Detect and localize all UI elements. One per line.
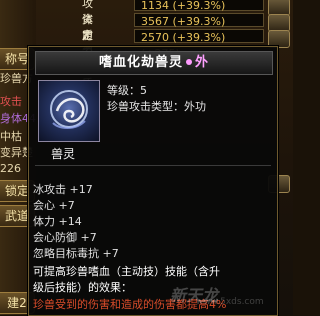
item-level: 等级：5 <box>107 84 147 97</box>
dot-icon <box>186 59 192 65</box>
tooltip-title-bar: 嗜血化劫兽灵外 <box>35 51 273 75</box>
tooltip-divider <box>35 165 271 166</box>
stat-value: 3567 (+39.3%) (+382) <box>134 13 264 44</box>
left-text-line2: 攻击 <box>0 95 22 108</box>
item-title-text: 嗜血化劫兽灵 <box>98 55 183 70</box>
stat-line: 会心 +7 <box>33 199 75 212</box>
effect-description-line1: 可提高珍兽嗜血（主动技）技能（含升 <box>33 265 220 278</box>
left-text-line4: 中枯 <box>0 130 22 143</box>
item-category: 兽灵 <box>51 147 76 161</box>
stat-value: 2570 (+39.3%) (+275) <box>134 29 264 60</box>
stat-line: 体力 +14 <box>33 215 82 228</box>
stat-line: 会心防御 +7 <box>33 231 97 244</box>
stat-line: 忽略目标毒抗 +7 <box>33 247 119 260</box>
item-type-suffix: 外 <box>195 55 210 70</box>
item-tooltip: 嗜血化劫兽灵外 等级：5 珍兽攻击类型：外功 兽灵 冰攻击 +17 会心 +7 … <box>28 46 278 316</box>
beast-spirit-icon <box>38 80 100 142</box>
stat-value: 1134 (+39.3%) (+330) <box>134 0 264 28</box>
left-text-line6: 226 <box>0 162 21 175</box>
effect-description-line2: 级后技能）的效果： <box>33 281 132 294</box>
watermark-url: www.5xds.com <box>196 297 264 307</box>
stat-line: 冰攻击 +17 <box>33 183 93 196</box>
tooltip-title: 嗜血化劫兽灵外 <box>36 52 272 74</box>
item-attack-type: 珍兽攻击类型：外功 <box>107 100 206 113</box>
